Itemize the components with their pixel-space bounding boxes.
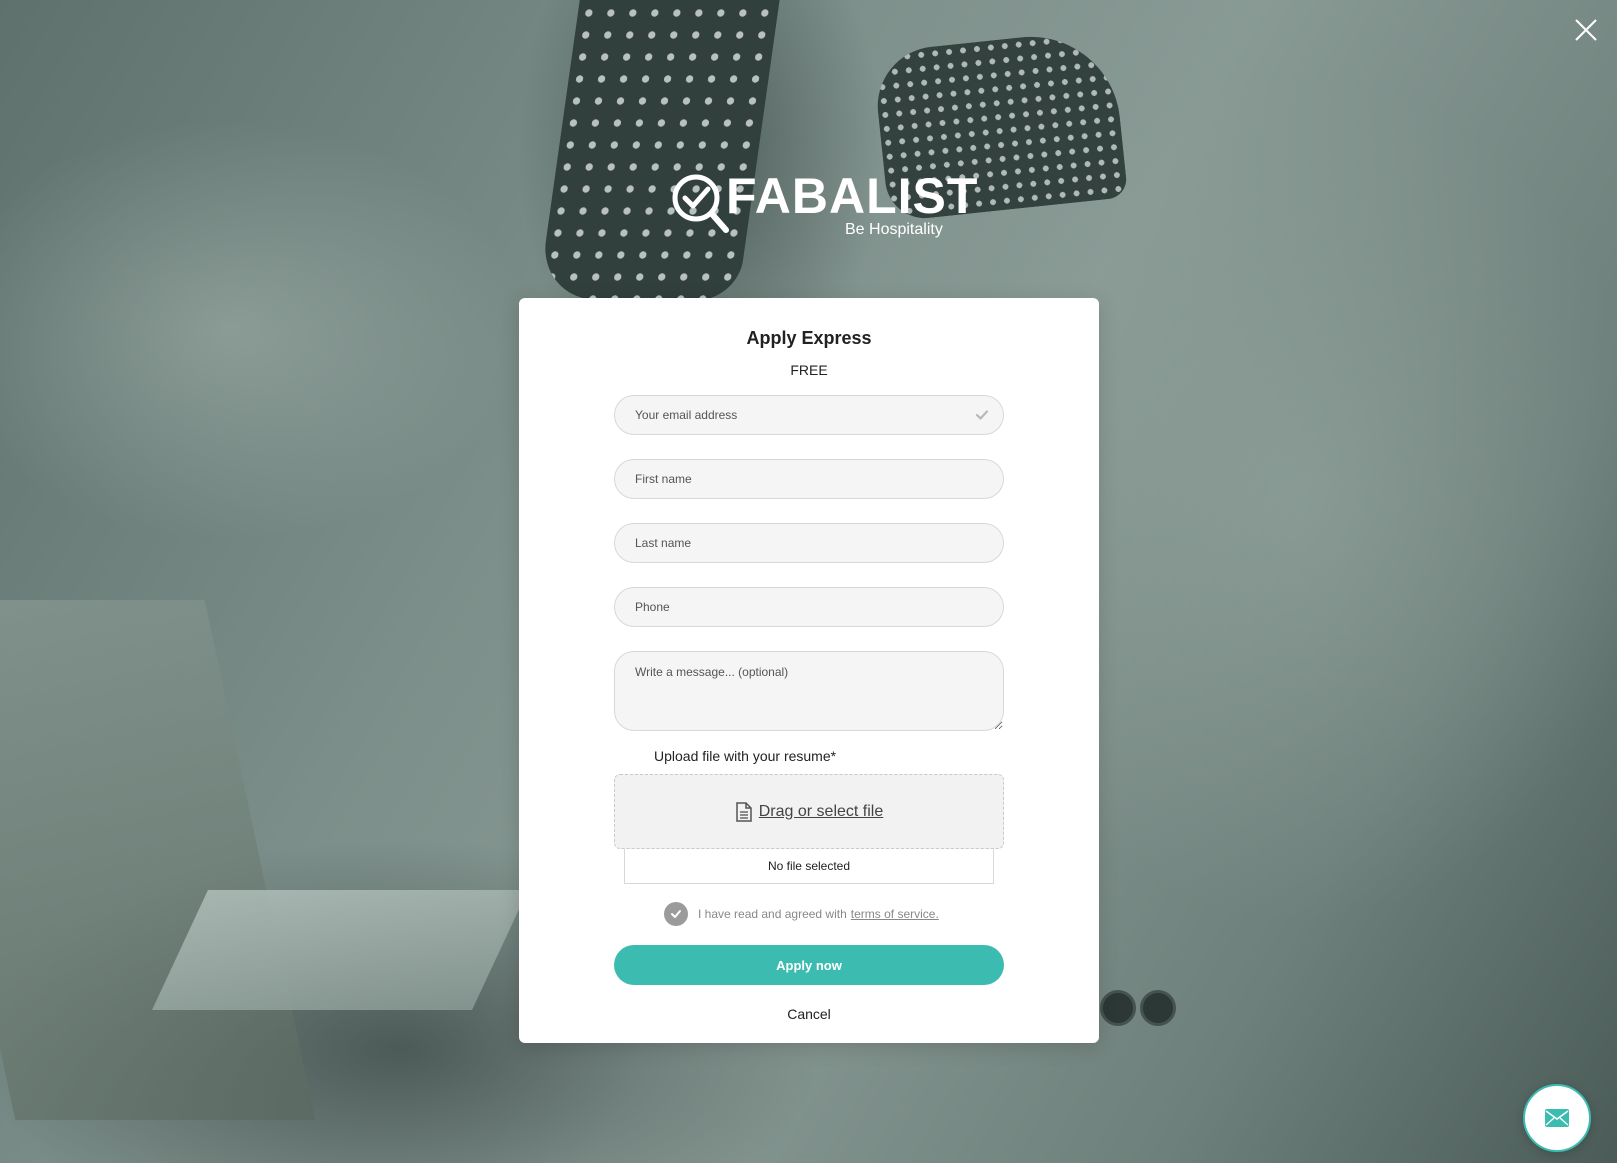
close-icon (1575, 19, 1597, 41)
terms-of-service-link[interactable]: terms of service. (851, 907, 939, 921)
message-field[interactable] (614, 651, 1004, 731)
terms-row: I have read and agreed with terms of ser… (664, 902, 939, 926)
brand-name: FABALIST (726, 168, 979, 224)
cancel-button[interactable]: Cancel (519, 1006, 1099, 1022)
file-dropzone[interactable]: Drag or select file (614, 774, 1004, 849)
file-status: No file selected (624, 849, 994, 884)
apply-now-button[interactable]: Apply now (614, 945, 1004, 985)
upload-label: Upload file with your resume* (654, 748, 837, 764)
terms-text: I have read and agreed with (698, 907, 847, 921)
background-laptop (0, 600, 316, 1120)
apply-express-modal: Apply Express FREE Upload file with your… (519, 298, 1099, 1043)
modal-subtitle: FREE (790, 362, 828, 378)
first-name-field[interactable] (614, 459, 1004, 499)
app-window: FABALIST Be Hospitality Apply Express FR… (0, 0, 1617, 1163)
background-tie (537, 0, 783, 300)
close-button[interactable] (1568, 12, 1604, 48)
dropzone-link[interactable]: Drag or select file (759, 803, 884, 821)
contact-mail-button[interactable] (1523, 1084, 1591, 1152)
phone-field[interactable] (614, 587, 1004, 627)
email-field[interactable] (614, 395, 1004, 435)
background-keyboard (152, 890, 528, 1010)
terms-checkbox[interactable] (664, 902, 688, 926)
last-name-field[interactable] (614, 523, 1004, 563)
brand-logo: FABALIST Be Hospitality (668, 170, 977, 250)
mail-icon (1545, 1109, 1569, 1127)
file-icon (736, 801, 752, 822)
check-icon (975, 410, 989, 420)
brand-tagline: Be Hospitality (845, 221, 943, 238)
check-icon (671, 910, 681, 918)
modal-title: Apply Express (746, 328, 872, 348)
